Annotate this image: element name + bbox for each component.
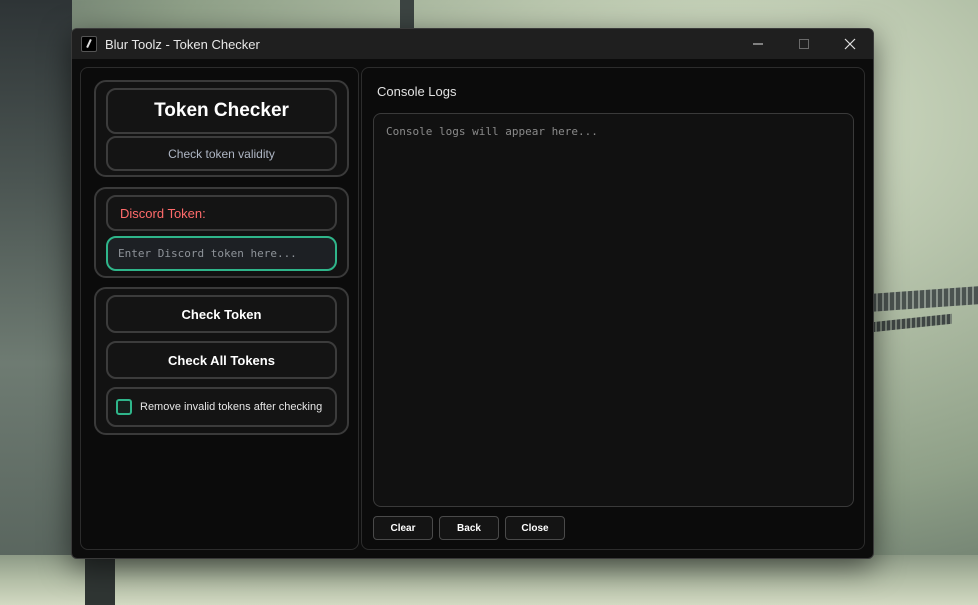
header-group: Token Checker Check token validity: [94, 80, 349, 177]
check-token-button[interactable]: Check Token: [106, 295, 337, 333]
back-button[interactable]: Back: [439, 516, 499, 540]
check-all-tokens-button[interactable]: Check All Tokens: [106, 341, 337, 379]
remove-invalid-label: Remove invalid tokens after checking: [140, 401, 323, 413]
actions-group: Check Token Check All Tokens Remove inva…: [94, 287, 349, 435]
title-bar[interactable]: Blur Toolz - Token Checker: [72, 29, 873, 59]
remove-invalid-toggle[interactable]: Remove invalid tokens after checking: [106, 387, 337, 427]
desktop-wallpaper-bottom: [0, 555, 978, 605]
close-icon: [844, 38, 856, 50]
token-input[interactable]: Enter Discord token here...: [106, 236, 337, 271]
minimize-icon: [753, 43, 763, 45]
close-console-button[interactable]: Close: [505, 516, 565, 540]
page-title: Token Checker: [106, 88, 337, 134]
app-window: Blur Toolz - Token Checker Token Checker…: [71, 28, 874, 559]
desktop-wallpaper-rail: [872, 286, 978, 312]
console-title: Console Logs: [377, 84, 457, 99]
right-panel: Console Logs Console logs will appear he…: [361, 67, 865, 550]
app-icon: [81, 36, 97, 52]
remove-invalid-checkbox[interactable]: [116, 399, 132, 415]
close-button[interactable]: [827, 29, 873, 59]
page-subtitle: Check token validity: [106, 136, 337, 171]
maximize-icon: [799, 39, 809, 49]
clear-button[interactable]: Clear: [373, 516, 433, 540]
left-panel: Token Checker Check token validity Disco…: [80, 67, 359, 550]
token-input-group: Discord Token: Enter Discord token here.…: [94, 187, 349, 278]
window-content: Token Checker Check token validity Disco…: [80, 67, 865, 550]
desktop-wallpaper-pillar: [85, 555, 115, 605]
minimize-button[interactable]: [735, 29, 781, 59]
maximize-button[interactable]: [781, 29, 827, 59]
desktop-wallpaper-left: [0, 0, 72, 605]
token-label-box: Discord Token:: [106, 195, 337, 231]
desktop-wallpaper-rail-lower: [872, 313, 952, 333]
desktop-wallpaper-tower: [400, 0, 414, 28]
window-title: Blur Toolz - Token Checker: [105, 36, 260, 52]
token-label: Discord Token:: [120, 205, 206, 221]
console-log-area[interactable]: Console logs will appear here...: [373, 113, 854, 507]
